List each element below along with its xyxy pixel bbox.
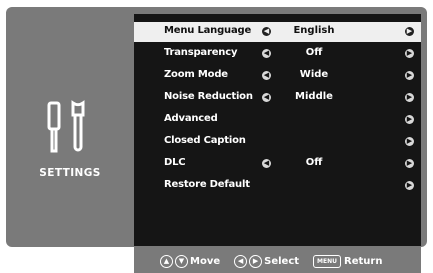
menu-item-noise-reduction[interactable]: Noise Reduction ◀ Middle ▶ bbox=[134, 88, 421, 108]
arrow-left-icon[interactable]: ◀ bbox=[262, 71, 271, 80]
move-hint: ▲ ▼ Move bbox=[160, 254, 221, 268]
settings-menu: Menu Language ◀ English ▶ Transparency ◀… bbox=[134, 14, 421, 246]
arrow-right-icon[interactable]: ▶ bbox=[405, 93, 414, 102]
menu-item-advanced[interactable]: Advanced ▶ bbox=[134, 110, 421, 130]
arrow-left-icon[interactable]: ◀ bbox=[262, 159, 271, 168]
move-hint-label: Move bbox=[190, 255, 221, 267]
select-hint-label: Select bbox=[264, 255, 300, 267]
menu-item-dlc[interactable]: DLC ◀ Off ▶ bbox=[134, 154, 421, 174]
menu-item-value: Off bbox=[305, 47, 323, 58]
menu-item-value: English bbox=[293, 25, 335, 36]
return-hint: MENU Return bbox=[313, 254, 383, 268]
menu-item-closed-caption[interactable]: Closed Caption ▶ bbox=[134, 132, 421, 152]
settings-sidebar: SETTINGS bbox=[6, 7, 134, 247]
return-hint-label: Return bbox=[344, 255, 383, 267]
menu-item-label: Restore Default bbox=[164, 179, 250, 190]
menu-item-value: Off bbox=[305, 157, 323, 168]
arrow-left-icon[interactable]: ◀ bbox=[262, 49, 271, 58]
menu-item-label: Noise Reduction bbox=[164, 91, 253, 102]
menu-item-menu-language[interactable]: Menu Language ◀ English ▶ bbox=[134, 22, 421, 42]
menu-item-value: Wide bbox=[299, 69, 329, 80]
down-arrow-icon: ▼ bbox=[175, 254, 188, 268]
arrow-right-icon[interactable]: ▶ bbox=[405, 71, 414, 80]
arrow-right-icon[interactable]: ▶ bbox=[405, 49, 414, 58]
left-arrow-icon: ◀ bbox=[234, 254, 248, 268]
menu-item-transparency[interactable]: Transparency ◀ Off ▶ bbox=[134, 44, 421, 64]
menu-item-label: DLC bbox=[164, 157, 186, 168]
menu-item-label: Advanced bbox=[164, 113, 218, 124]
arrow-right-icon[interactable]: ▶ bbox=[405, 159, 414, 168]
settings-tools-icon bbox=[47, 100, 85, 153]
menu-item-zoom-mode[interactable]: Zoom Mode ◀ Wide ▶ bbox=[134, 66, 421, 86]
menu-item-label: Closed Caption bbox=[164, 135, 246, 146]
menu-item-label: Zoom Mode bbox=[164, 69, 228, 80]
arrow-right-icon[interactable]: ▶ bbox=[405, 137, 414, 146]
select-hint: ◀ ▶ Select bbox=[234, 254, 300, 268]
arrow-left-icon[interactable]: ◀ bbox=[262, 93, 271, 102]
arrow-right-icon[interactable]: ▶ bbox=[405, 27, 414, 36]
arrow-right-icon[interactable]: ▶ bbox=[405, 181, 414, 190]
menu-item-label: Menu Language bbox=[164, 25, 252, 36]
menu-item-label: Transparency bbox=[164, 47, 238, 58]
right-arrow-icon: ▶ bbox=[249, 254, 263, 268]
menu-item-restore-default[interactable]: Restore Default ▶ bbox=[134, 176, 421, 196]
up-arrow-icon: ▲ bbox=[160, 254, 173, 268]
arrow-right-icon[interactable]: ▶ bbox=[405, 115, 414, 124]
button-hints: ▲ ▼ Move ◀ ▶ Select MENU Return bbox=[160, 253, 396, 269]
arrow-left-icon[interactable]: ◀ bbox=[262, 27, 271, 36]
menu-item-value: Middle bbox=[295, 91, 333, 102]
menu-button-icon: MENU bbox=[313, 254, 341, 268]
settings-title: SETTINGS bbox=[39, 167, 101, 179]
